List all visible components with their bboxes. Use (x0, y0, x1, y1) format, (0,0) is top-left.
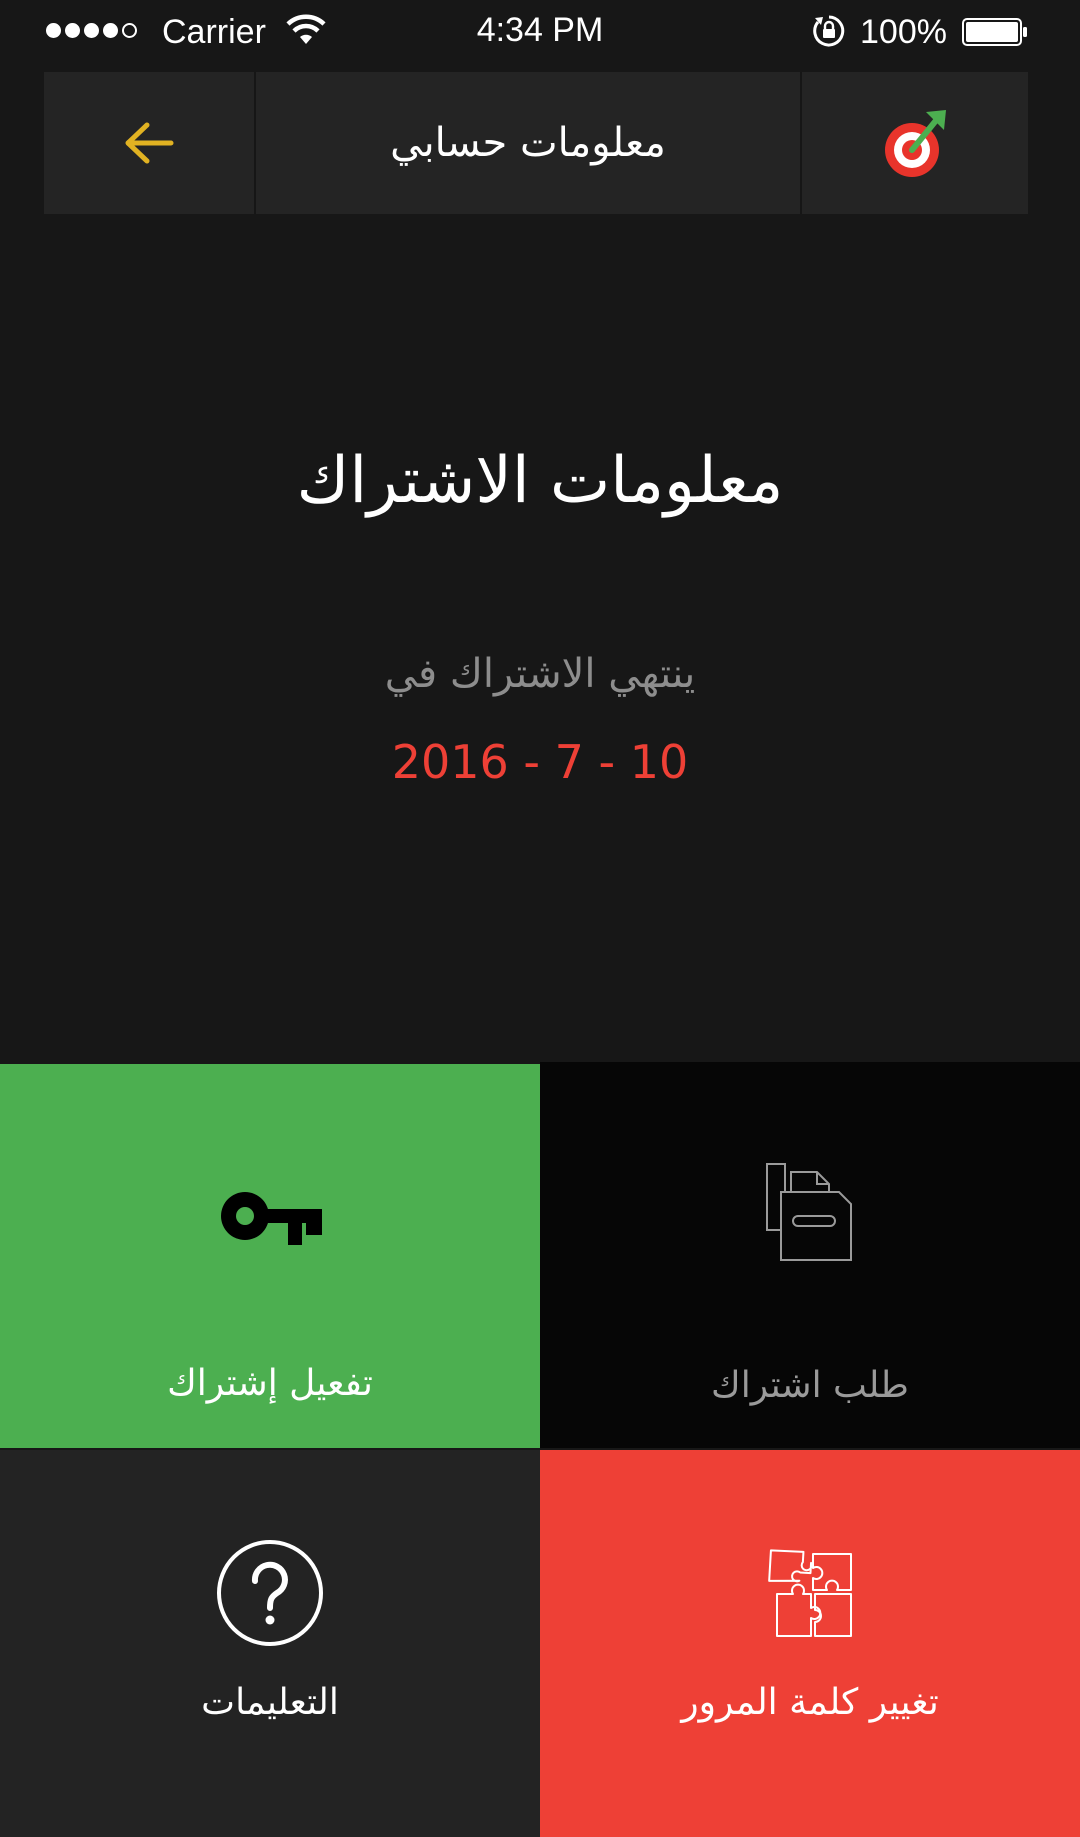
rotation-lock-icon (813, 15, 845, 47)
help-label: التعليمات (201, 1682, 339, 1723)
change-password-label: تغيير كلمة المرور (681, 1682, 939, 1723)
help-tile[interactable]: التعليمات (0, 1450, 540, 1837)
carrier-name: Carrier (162, 13, 266, 51)
header-bar: معلومات حسابي (44, 72, 1028, 214)
help-circle-icon (217, 1540, 323, 1646)
page-title: معلومات حسابي (390, 120, 666, 166)
expiry-date: 2016 - 7 - 10 (391, 735, 689, 789)
request-subscription-tile[interactable]: طلب اشتراك (540, 1062, 1080, 1448)
status-bar: Carrier 4:34 PM 100% (0, 0, 1080, 64)
status-time: 4:34 PM (476, 11, 604, 49)
back-button[interactable] (44, 72, 256, 214)
documents-icon (766, 1163, 852, 1261)
arrow-left-icon (125, 122, 174, 164)
header-title-cell: معلومات حسابي (256, 72, 802, 214)
signal-strength-icon (46, 23, 137, 38)
puzzle-icon (768, 1549, 852, 1637)
activate-subscription-label: تفعيل إشتراك (167, 1363, 373, 1404)
expiry-label: ينتهي الاشتراك في (384, 651, 696, 697)
logo (802, 72, 1028, 214)
battery-icon (962, 18, 1027, 46)
wifi-icon (286, 14, 326, 44)
request-subscription-label: طلب اشتراك (711, 1365, 909, 1406)
battery-percent: 100% (860, 13, 947, 51)
key-icon (221, 1192, 322, 1245)
activate-subscription-tile[interactable]: تفعيل إشتراك (0, 1064, 540, 1448)
target-arrow-logo-icon (885, 110, 946, 177)
change-password-tile[interactable]: تغيير كلمة المرور (540, 1450, 1080, 1837)
subscription-heading: معلومات الاشتراك (296, 444, 784, 518)
